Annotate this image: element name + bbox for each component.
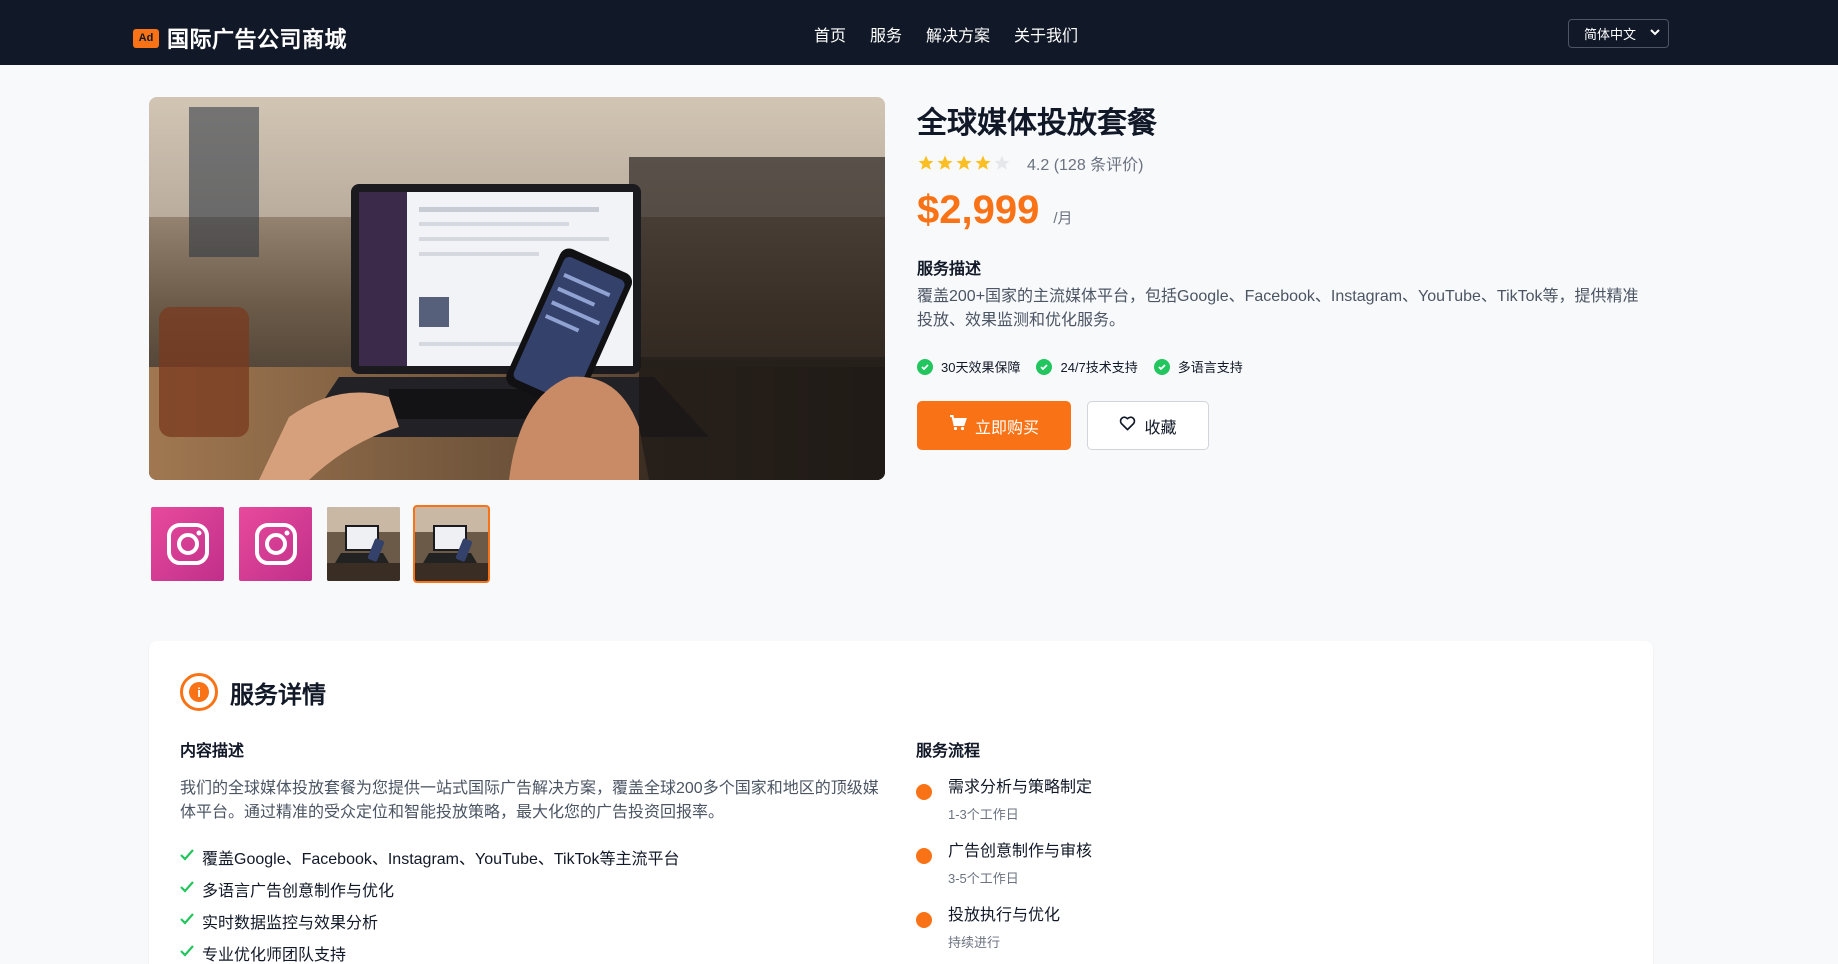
feature-item: 30天效果保障: [917, 357, 1020, 376]
thumbnail-instagram-2[interactable]: [237, 505, 314, 583]
feature-label: 30天效果保障: [941, 360, 1021, 375]
site-logo[interactable]: Ad 国际广告公司商城: [133, 22, 347, 54]
star-icon: [975, 155, 991, 170]
star-icon: [956, 155, 972, 170]
content-points: 覆盖Google、Facebook、Instagram、YouTube、TikT…: [180, 841, 680, 964]
star-empty-icon: [994, 155, 1010, 170]
feature-label: 24/7技术支持: [1060, 360, 1138, 375]
language-value: 简体中文: [1584, 27, 1637, 42]
list-item: 专业优化师团队支持: [180, 937, 680, 964]
step-title: 广告创意制作与审核: [948, 843, 1093, 860]
list-item-label: 专业优化师团队支持: [202, 947, 347, 964]
process-step: 广告创意制作与审核 3-5个工作日: [916, 840, 1092, 904]
nav-solutions[interactable]: 解决方案: [926, 22, 990, 46]
feature-badges: 30天效果保障 24/7技术支持 多语言支持: [917, 357, 1243, 376]
content-description: 我们的全球媒体投放套餐为您提供一站式国际广告解决方案，覆盖全球200多个国家和地…: [180, 780, 879, 821]
info-icon: i: [180, 673, 218, 711]
details-title-text: 服务详情: [230, 681, 326, 709]
check-icon: [180, 880, 194, 898]
step-duration: 持续进行: [948, 935, 1001, 950]
list-item-label: 多语言广告创意制作与优化: [202, 883, 395, 900]
buy-now-label: 立即购买: [974, 419, 1039, 437]
rating-text: 4.2 (128 条评价): [1027, 157, 1144, 174]
favorite-label: 收藏: [1144, 419, 1177, 437]
process-step: 投放执行与优化 持续进行: [916, 904, 1092, 964]
details-title: i 服务详情: [180, 673, 326, 711]
star-rating: [917, 154, 1011, 172]
site-name: 国际广告公司商城: [167, 27, 348, 52]
feature-item: 24/7技术支持: [1036, 357, 1138, 376]
step-title: 需求分析与策略制定: [948, 779, 1093, 796]
feature-label: 多语言支持: [1177, 360, 1243, 375]
step-dot-icon: [916, 848, 932, 864]
favorite-button[interactable]: 收藏: [1087, 401, 1209, 450]
check-circle-icon: [1153, 358, 1170, 375]
check-icon: [180, 912, 194, 930]
product-description: 覆盖200+国家的主流媒体平台，包括Google、Facebook、Instag…: [917, 288, 1639, 329]
star-icon: [918, 155, 934, 170]
nav-services[interactable]: 服务: [870, 22, 902, 46]
list-item: 覆盖Google、Facebook、Instagram、YouTube、TikT…: [180, 841, 680, 873]
thumbnail-laptop-1[interactable]: [325, 505, 402, 583]
step-dot-icon: [916, 912, 932, 928]
list-item-label: 覆盖Google、Facebook、Instagram、YouTube、TikT…: [202, 851, 680, 868]
price-unit: /月: [1053, 210, 1073, 227]
thumbnail-laptop-2[interactable]: [413, 505, 490, 583]
process-steps: 需求分析与策略制定 1-3个工作日 广告创意制作与审核 3-5个工作日 投放执行…: [916, 776, 1092, 964]
nav-about[interactable]: 关于我们: [1014, 22, 1078, 46]
product-rating: 4.2 (128 条评价): [917, 151, 1144, 175]
main-nav: 首页 服务 解决方案 关于我们: [814, 22, 1078, 46]
description-heading: 服务描述: [917, 261, 982, 278]
product-main-image: [149, 97, 885, 480]
nav-home[interactable]: 首页: [814, 22, 846, 46]
process-step: 需求分析与策略制定 1-3个工作日: [916, 776, 1092, 840]
top-navbar: Ad 国际广告公司商城 首页 服务 解决方案 关于我们 简体中文: [0, 0, 1838, 65]
check-circle-icon: [1036, 358, 1053, 375]
thumbnail-strip: [149, 505, 490, 583]
step-dot-icon: [916, 784, 932, 800]
price-value: $2,999: [917, 188, 1040, 232]
chevron-down-icon: [1650, 28, 1660, 39]
check-icon: [180, 848, 194, 866]
step-duration: 1-3个工作日: [948, 807, 1019, 822]
list-item: 实时数据监控与效果分析: [180, 905, 680, 937]
star-icon: [937, 155, 953, 170]
list-item-label: 实时数据监控与效果分析: [202, 915, 379, 932]
check-icon: [180, 944, 194, 962]
ad-logo-icon: Ad: [133, 28, 159, 48]
step-duration: 3-5个工作日: [948, 871, 1019, 886]
feature-item: 多语言支持: [1153, 357, 1243, 376]
check-circle-icon: [917, 358, 933, 375]
process-heading: 服务流程: [916, 743, 981, 760]
heart-icon: [1119, 415, 1136, 436]
price-block: $2,999 /月: [917, 188, 1073, 233]
buy-now-button[interactable]: 立即购买: [917, 401, 1071, 450]
product-title: 全球媒体投放套餐: [917, 107, 1157, 140]
content-heading: 内容描述: [180, 743, 245, 760]
list-item: 多语言广告创意制作与优化: [180, 873, 680, 905]
thumbnail-instagram-1[interactable]: [149, 505, 226, 583]
language-select[interactable]: 简体中文: [1568, 19, 1669, 48]
step-title: 投放执行与优化: [948, 907, 1061, 924]
cart-icon: [949, 415, 967, 436]
service-details-card: i 服务详情 内容描述 我们的全球媒体投放套餐为您提供一站式国际广告解决方案，覆…: [149, 641, 1653, 964]
